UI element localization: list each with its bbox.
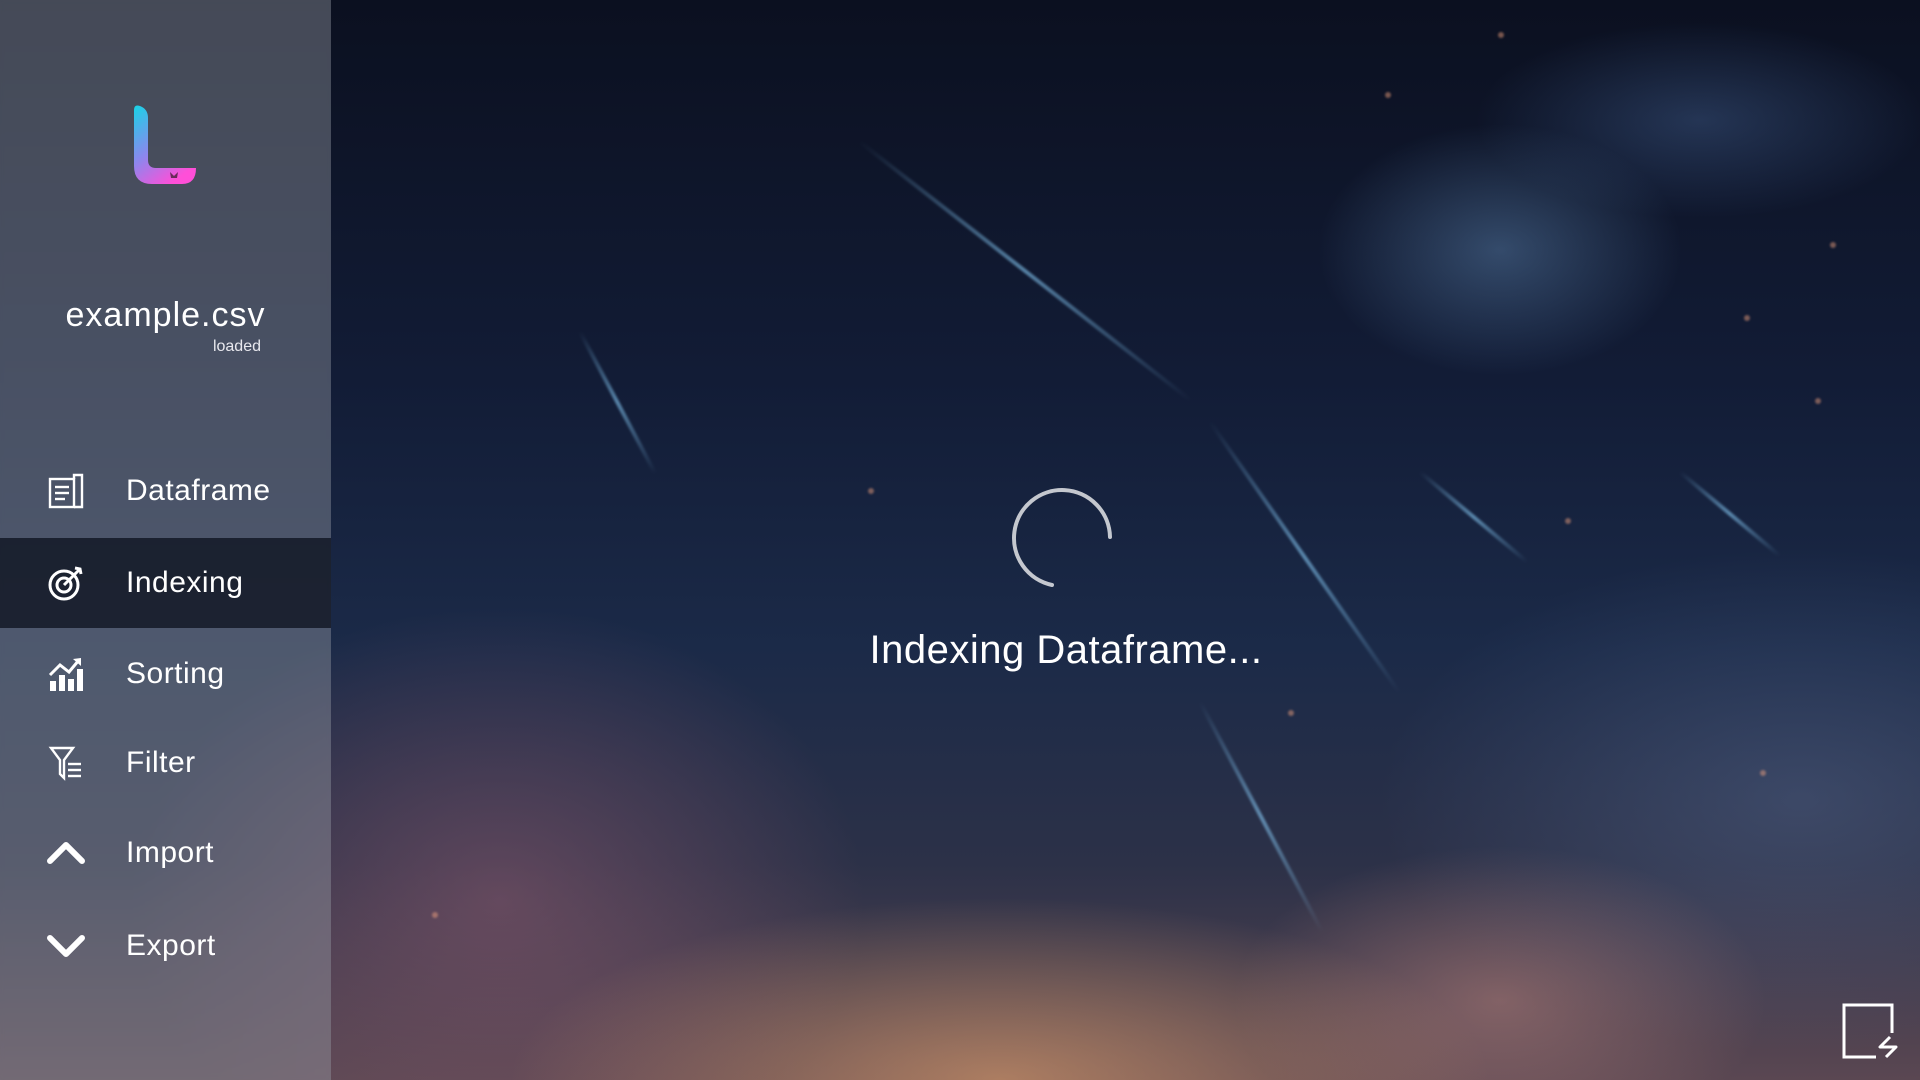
file-name: example.csv <box>65 296 266 334</box>
sidebar-item-label: Sorting <box>126 657 225 690</box>
app-logo-icon <box>134 105 196 184</box>
sidebar-item-filter[interactable]: Filter <box>0 718 331 808</box>
sidebar-item-label: Export <box>126 929 216 962</box>
document-icon <box>46 471 86 511</box>
filter-icon <box>46 743 86 783</box>
sidebar-item-import[interactable]: Import <box>0 808 331 898</box>
sidebar: example.csv loaded Dataframe Indexing So… <box>0 0 331 1080</box>
sidebar-item-label: Import <box>126 836 215 869</box>
sidebar-item-export[interactable]: Export <box>0 901 331 991</box>
sidebar-item-sorting[interactable]: Sorting <box>0 629 331 719</box>
sidebar-item-label: Dataframe <box>126 474 271 507</box>
file-status: loaded <box>212 338 261 355</box>
sidebar-item-dataframe[interactable]: Dataframe <box>0 446 331 536</box>
chevron-up-icon <box>46 833 86 873</box>
app-window: example.csv loaded Dataframe Indexing So… <box>0 0 1920 1080</box>
sidebar-item-label: Indexing <box>126 566 244 599</box>
target-icon <box>46 563 86 603</box>
loading-spinner-icon <box>1012 488 1112 587</box>
loading-message: Indexing Dataframe... <box>869 628 1263 672</box>
sidebar-item-label: Filter <box>126 746 196 779</box>
sidebar-item-indexing[interactable]: Indexing <box>0 538 331 628</box>
chart-trend-icon <box>46 654 86 694</box>
chevron-down-icon <box>46 926 86 966</box>
switch-view-icon[interactable] <box>1842 1003 1898 1059</box>
